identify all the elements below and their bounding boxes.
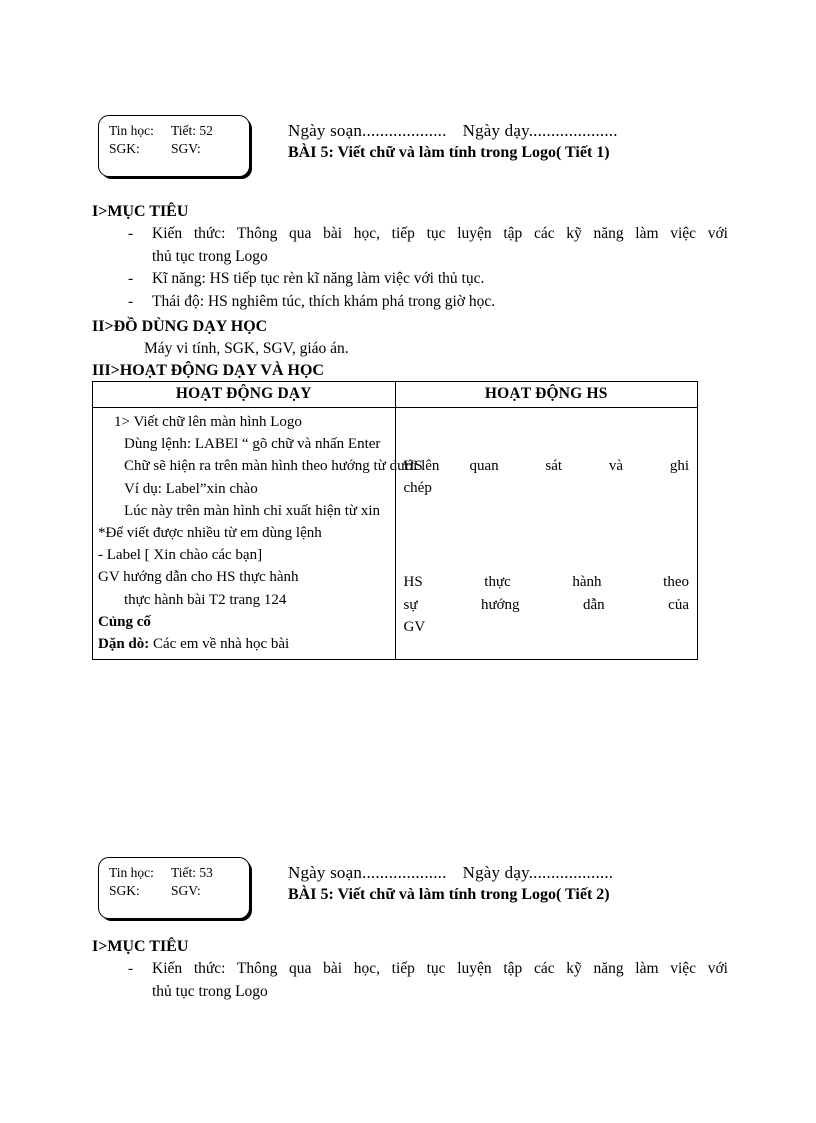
subject-label: Tin học: xyxy=(109,865,154,880)
student-line: sự hướng dẫn của xyxy=(403,596,690,613)
list-dash: - xyxy=(128,270,134,287)
lesson-title-2: BÀI 5: Viết chữ và làm tính trong Logo( … xyxy=(288,886,610,903)
column-header-student: HOẠT ĐỘNG HS xyxy=(394,381,698,408)
teaching-materials-text: Máy vi tính, SGK, SGV, giáo án. xyxy=(144,340,349,357)
sgk-label: SGK: xyxy=(109,883,140,898)
student-block-1: HS quan sát và ghi chép xyxy=(404,455,690,499)
list-item-line: Kiến thức: Thông qua bài học, tiếp tục l… xyxy=(152,960,728,977)
table-header-row: HOẠT ĐỘNG DẠY HOẠT ĐỘNG HS xyxy=(92,381,698,408)
list-item-line: Thái độ: HS nghiêm túc, thích khám phá t… xyxy=(152,292,496,310)
teacher-line: Lúc này trên màn hình chỉ xuất hiện từ x… xyxy=(124,502,380,519)
cell-spacer xyxy=(404,411,690,455)
student-block-2: HS thực hành theo sự hướng dẫn của GV xyxy=(404,571,690,638)
activities-table: HOẠT ĐỘNG DẠY HOẠT ĐỘNG HS 1> Viết chữ l… xyxy=(92,381,698,661)
date-line-2: Ngày soạn................... Ngày dạy....… xyxy=(288,862,613,884)
info-row-books: SGK: SGV: xyxy=(109,140,249,158)
date-taught: Ngày dạy................... xyxy=(462,863,614,882)
sgv-label: SGV: xyxy=(171,883,201,898)
cell-spacer xyxy=(404,499,690,571)
date-prepared: Ngày soạn................... xyxy=(288,863,447,882)
list-item-line: thủ tục trong Logo xyxy=(152,247,268,265)
teacher-line: thực hành bài T2 trang 124 xyxy=(124,591,287,608)
list-item: - Kĩ năng: HS tiếp tục rèn kĩ năng làm v… xyxy=(92,268,728,291)
list-item: - Thái độ: HS nghiêm túc, thích khám phá… xyxy=(92,291,728,314)
lesson-title-1: BÀI 5: Viết chữ và làm tính trong Logo( … xyxy=(288,144,610,161)
teacher-line: - Label [ Xin chào các bạn] xyxy=(98,547,263,564)
dan-do-label: Dặn dò: xyxy=(98,636,150,653)
list-item-line: thủ tục trong Logo xyxy=(152,982,268,1000)
student-line: HS thực hành theo xyxy=(403,574,690,591)
teacher-activity-cell: 1> Viết chữ lên màn hình Logo Dùng lệnh:… xyxy=(92,406,440,661)
objective-list-2: - Kiến thức: Thông qua bài học, tiếp tục… xyxy=(92,958,728,1003)
lesson-info-box-1: Tin học: Tiết: 52 SGK: SGV: xyxy=(98,115,250,177)
teacher-line: GV hướng dẫn cho HS thực hành xyxy=(98,569,299,586)
subject-label: Tin học: xyxy=(109,123,154,138)
student-activity-cell: HS quan sát và ghi chép HS thực hành the… xyxy=(394,406,698,661)
date-taught: Ngày dạy.................... xyxy=(462,121,618,140)
date-line-1: Ngày soạn................... Ngày dạy....… xyxy=(288,120,618,142)
list-dash: - xyxy=(128,292,134,310)
list-dash: - xyxy=(128,225,134,242)
section-heading-hoat-dong-1: III>HOẠT ĐỘNG DẠY VÀ HỌC xyxy=(92,362,324,379)
teacher-line: Chữ sẽ hiện ra trên màn hình theo hướng … xyxy=(124,458,440,475)
student-activity-content: HS quan sát và ghi chép HS thực hành the… xyxy=(396,408,698,642)
teacher-line: *Để viết được nhiều từ em dùng lệnh xyxy=(98,525,322,542)
dan-do-value: Các em về nhà học bài xyxy=(149,636,290,653)
teacher-line: 1> Viết chữ lên màn hình Logo xyxy=(114,414,302,430)
sgk-label: SGK: xyxy=(109,141,140,156)
list-item-line: Kĩ năng: HS tiếp tục rèn kĩ năng làm việ… xyxy=(152,270,485,287)
list-item: - Kiến thức: Thông qua bài học, tiếp tục… xyxy=(92,223,728,268)
info-row-subject: Tin học: Tiết: 53 xyxy=(109,864,249,882)
teacher-line-cung-co: Củng cố xyxy=(98,613,151,630)
date-prepared: Ngày soạn................... xyxy=(288,121,447,140)
student-line: chép xyxy=(403,480,432,497)
student-line: HS quan sát và ghi xyxy=(403,458,690,474)
student-line: GV xyxy=(403,618,426,635)
document-page: Tin học: Tiết: 52 SGK: SGV: Ngày soạn...… xyxy=(0,0,816,1123)
section-heading-do-dung-1: II>ĐỒ DÙNG DẠY HỌC xyxy=(92,318,268,335)
table-row: 1> Viết chữ lên màn hình Logo Dùng lệnh:… xyxy=(92,406,698,661)
teacher-line: Ví dụ: Label”xin chào xyxy=(124,480,258,497)
sgv-label: SGV: xyxy=(171,141,201,156)
list-dash: - xyxy=(128,960,134,977)
period-label: Tiết: 53 xyxy=(171,865,213,880)
section-heading-muc-tieu-2: I>MỤC TIÊU xyxy=(92,938,189,955)
teacher-activity-content: 1> Viết chữ lên màn hình Logo Dùng lệnh:… xyxy=(93,408,440,659)
teacher-line-dan-do: Dặn dò: Các em về nhà học bài xyxy=(98,633,391,655)
column-header-teacher: HOẠT ĐỘNG DẠY xyxy=(92,381,396,408)
period-label: Tiết: 52 xyxy=(171,123,213,138)
lesson-info-box-2: Tin học: Tiết: 53 SGK: SGV: xyxy=(98,857,250,919)
info-row-books: SGK: SGV: xyxy=(109,882,249,900)
section-heading-muc-tieu-1: I>MỤC TIÊU xyxy=(92,203,189,220)
list-item-line: Kiến thức: Thông qua bài học, tiếp tục l… xyxy=(152,225,728,242)
objective-list-1: - Kiến thức: Thông qua bài học, tiếp tục… xyxy=(92,223,728,313)
teacher-line: Dùng lệnh: LABEl “ gõ chữ và nhấn Enter xyxy=(124,436,381,453)
info-row-subject: Tin học: Tiết: 52 xyxy=(109,122,249,140)
list-item: - Kiến thức: Thông qua bài học, tiếp tục… xyxy=(92,958,728,1003)
